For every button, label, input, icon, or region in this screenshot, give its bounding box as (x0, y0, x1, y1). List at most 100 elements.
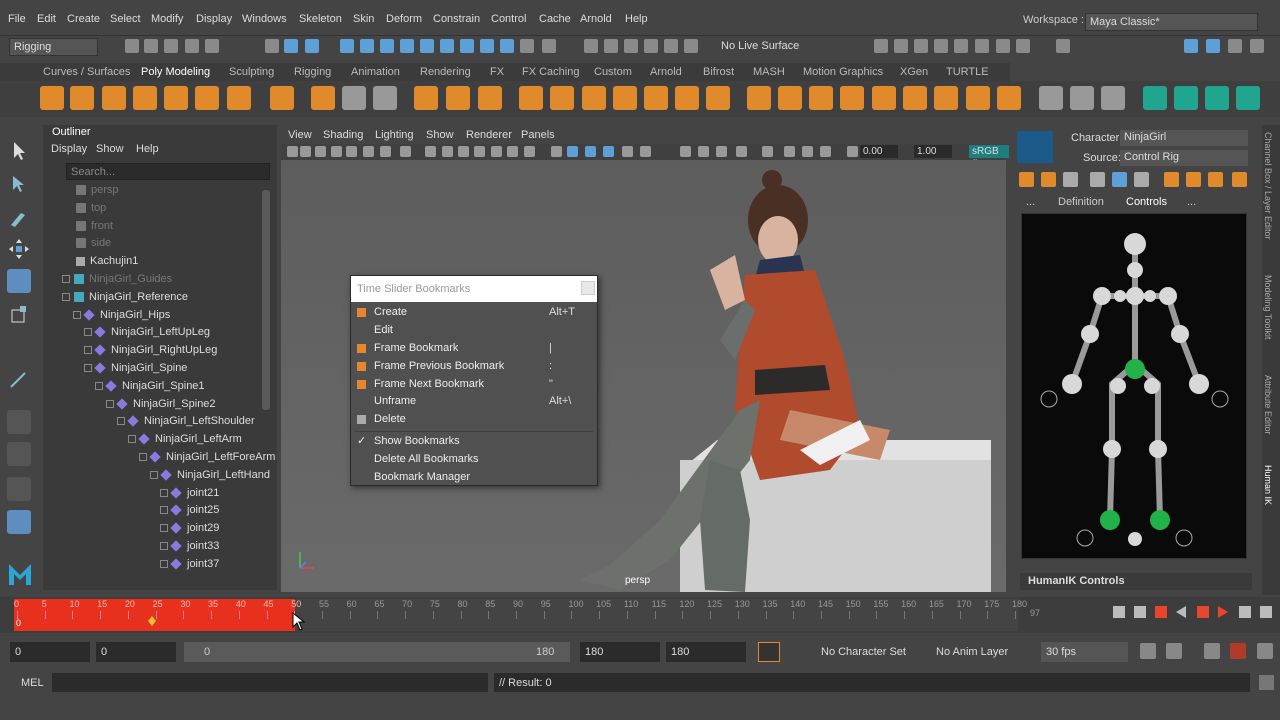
outliner-item[interactable]: NinjaGirl_Reference (62, 289, 188, 305)
viewport-tool-icon[interactable] (442, 146, 453, 157)
humanik-tool-icon[interactable] (1019, 172, 1034, 187)
menuset-select[interactable]: Rigging (9, 38, 98, 56)
shelf-tool-icon[interactable] (840, 86, 864, 110)
preferences-icon[interactable] (1257, 643, 1273, 659)
shelf-tool-icon[interactable] (40, 86, 64, 110)
exposure-field[interactable]: 0.00 (860, 145, 898, 158)
scene-start-field[interactable]: 0 (10, 642, 90, 662)
menu-item-delete[interactable]: Delete (351, 411, 597, 428)
expand-toggle-icon[interactable] (160, 488, 168, 497)
single-pane-layout-icon[interactable] (7, 410, 31, 434)
shelf-tool-icon[interactable] (934, 86, 958, 110)
viewport-tool-icon[interactable] (802, 146, 813, 157)
step-back-key-icon[interactable] (1134, 606, 1146, 618)
input-ops-icon[interactable] (542, 39, 556, 53)
tab-controls[interactable]: Controls (1126, 196, 1167, 208)
menu-item-delete-all-bookmarks[interactable]: Delete All Bookmarks (351, 451, 597, 468)
viewport-icon[interactable] (975, 39, 989, 53)
move-tool-icon[interactable] (7, 237, 31, 261)
viewport-tool-icon[interactable] (380, 146, 391, 157)
viewport-tool-icon[interactable] (507, 146, 518, 157)
menu-tearoff-button[interactable] (581, 281, 595, 295)
shelf-tool-icon[interactable] (342, 86, 366, 110)
autokey-toggle-icon[interactable] (1230, 643, 1246, 659)
shelf-tab-turtle[interactable]: TURTLE (946, 66, 989, 78)
expand-toggle-icon[interactable] (95, 381, 103, 390)
viewport-tool-icon[interactable] (820, 146, 831, 157)
viewport-tool-icon[interactable] (425, 146, 436, 157)
outliner-item[interactable]: NinjaGirl_LeftUpLeg (84, 324, 210, 340)
menu-cache[interactable]: Cache (539, 13, 571, 25)
viewport-tool-icon[interactable] (524, 146, 535, 157)
menu-modify[interactable]: Modify (151, 13, 183, 25)
shelf-tool-icon[interactable] (966, 86, 990, 110)
expand-toggle-icon[interactable] (62, 275, 70, 284)
menu-deform[interactable]: Deform (386, 13, 422, 25)
open-scene-icon[interactable] (144, 39, 158, 53)
render-frame-icon[interactable] (624, 39, 638, 53)
hypershade2-icon[interactable] (934, 39, 948, 53)
menu-constrain[interactable]: Constrain (433, 13, 480, 25)
outliner-item[interactable]: front (76, 218, 113, 234)
humanik-tool-icon[interactable] (1112, 172, 1127, 187)
viewport-tool-icon[interactable] (474, 146, 485, 157)
viewport-tool-icon[interactable] (315, 146, 326, 157)
menu-skeleton[interactable]: Skeleton (299, 13, 342, 25)
viewport-tool-icon[interactable] (300, 146, 311, 157)
gamma-field[interactable]: 1.00 (914, 145, 952, 158)
menu-item-create[interactable]: Create Alt+T (351, 304, 597, 321)
viewport-tool-icon[interactable] (585, 146, 596, 157)
source-select[interactable]: Control Rig (1120, 150, 1248, 166)
character-set-select[interactable]: No Character Set (816, 642, 912, 662)
outliner-item[interactable]: joint37 (160, 556, 219, 572)
render-settings2-icon[interactable] (914, 39, 928, 53)
viewport-menu-renderer[interactable]: Renderer (466, 129, 512, 141)
outliner-search-input[interactable]: Search... (66, 163, 270, 180)
expand-toggle-icon[interactable] (160, 559, 168, 568)
shelf-tool-icon[interactable] (903, 86, 927, 110)
play-backward-icon[interactable] (1176, 606, 1186, 618)
render-view-icon[interactable] (604, 39, 618, 53)
humanik-tool-icon[interactable] (1041, 172, 1056, 187)
shelf-tool-icon[interactable] (582, 86, 606, 110)
shelf-tool-icon[interactable] (1205, 86, 1229, 110)
side-tab-attribute-editor[interactable]: Attribute Editor (1263, 375, 1273, 435)
shelf-tool-icon[interactable] (227, 86, 251, 110)
viewport-tool-icon[interactable] (784, 146, 795, 157)
ipr-render-icon[interactable] (894, 39, 908, 53)
menu-select[interactable]: Select (110, 13, 141, 25)
menu-arnold[interactable]: Arnold (580, 13, 612, 25)
sidebar-toggle-icon[interactable] (1250, 39, 1264, 53)
playback-start-field[interactable]: 0 (96, 642, 176, 662)
menu-control[interactable]: Control (491, 13, 526, 25)
outliner-item[interactable]: NinjaGirl_Spine (84, 360, 187, 376)
humanik-controls-header[interactable]: HumanIK Controls (1020, 573, 1252, 590)
expand-toggle-icon[interactable] (84, 346, 92, 355)
auto-key-icon[interactable] (758, 642, 780, 662)
outliner-item[interactable]: top (76, 200, 106, 216)
viewport-tool-icon[interactable] (551, 146, 562, 157)
menu-edit[interactable]: Edit (37, 13, 56, 25)
expand-toggle-icon[interactable] (117, 417, 125, 426)
viewport-menu-panels[interactable]: Panels (521, 129, 555, 141)
outliner-menu-show[interactable]: Show (96, 143, 124, 155)
shelf-tool-icon[interactable] (747, 86, 771, 110)
command-input[interactable] (52, 673, 488, 692)
menu-item-show-bookmarks[interactable]: ✓ Show Bookmarks (351, 433, 597, 450)
shelf-tool-icon[interactable] (613, 86, 637, 110)
menu-item-unframe[interactable]: Unframe Alt+\ (351, 393, 597, 410)
side-tab-modeling-toolkit[interactable]: Modeling Toolkit (1263, 275, 1273, 339)
character-select[interactable]: NinjaGirl (1120, 130, 1248, 146)
humanik-skeleton-figure[interactable] (1022, 214, 1248, 560)
shelf-tool-icon[interactable] (1101, 86, 1125, 110)
scene-end-field[interactable]: 180 (666, 642, 746, 662)
attribute-toggle-icon[interactable] (1228, 39, 1242, 53)
viewport-menu-lighting[interactable]: Lighting (375, 129, 414, 141)
playback-end-field[interactable]: 180 (580, 642, 660, 662)
menu-item-frame-bookmark[interactable]: Frame Bookmark | (351, 340, 597, 357)
new-scene-icon[interactable] (125, 39, 139, 53)
shelf-tool-icon[interactable] (519, 86, 543, 110)
pause-icon[interactable] (1016, 39, 1030, 53)
expand-toggle-icon[interactable] (84, 328, 92, 337)
shelf-tool-icon[interactable] (1039, 86, 1063, 110)
